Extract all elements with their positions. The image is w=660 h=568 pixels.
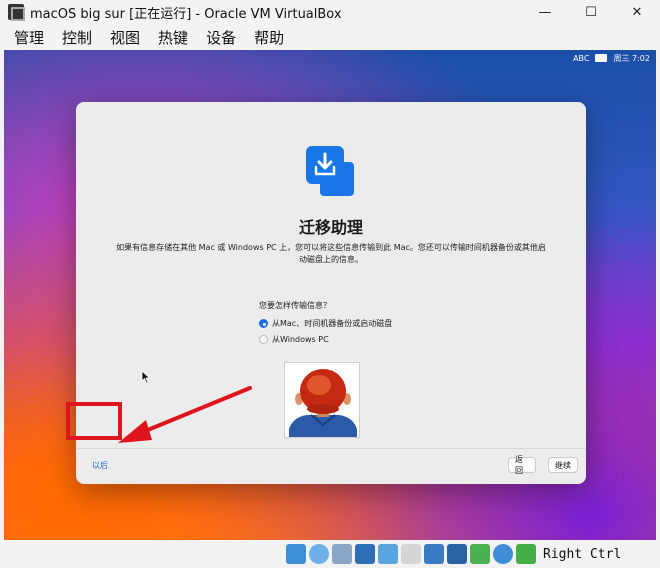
option-from-mac-label: 从Mac、时间机器备份或启动磁盘 (272, 319, 393, 328)
dialog-divider (76, 448, 586, 449)
window-title: macOS big sur [正在运行] - Oracle VM Virtual… (30, 6, 342, 22)
menu-bar: 管理 控制 视图 热键 设备 帮助 (0, 24, 660, 50)
mac-menubar: ABC 周三 7:02 (4, 50, 656, 66)
audio-icon[interactable] (332, 544, 352, 564)
display-icon[interactable] (424, 544, 444, 564)
option-from-windows[interactable]: 从Windows PC (259, 334, 329, 345)
window-titlebar: macOS big sur [正在运行] - Oracle VM Virtual… (0, 0, 660, 24)
menu-view[interactable]: 视图 (110, 27, 140, 48)
menu-hotkeys[interactable]: 热键 (158, 27, 188, 48)
window-controls: — ☐ ✕ (522, 0, 660, 24)
radio-selected-icon[interactable] (259, 319, 268, 328)
option-from-mac[interactable]: 从Mac、时间机器备份或启动磁盘 (259, 318, 392, 329)
mouse-cursor-icon (141, 370, 151, 384)
transfer-question: 您要怎样传输信息？ (259, 301, 331, 310)
vm-display[interactable]: ABC 周三 7:02 迁移助理 如果有信息存储在其他 Mac 或 Window… (4, 50, 656, 540)
input-source[interactable]: ABC (573, 54, 589, 63)
menu-devices[interactable]: 设备 (206, 27, 236, 48)
continue-button[interactable]: 继续 (548, 457, 578, 473)
minimize-button[interactable]: — (522, 0, 568, 24)
network-icon[interactable] (355, 544, 375, 564)
vm-status-bar: Right Ctrl (0, 540, 660, 568)
option-from-windows-label: 从Windows PC (272, 335, 329, 344)
virtualbox-app-icon (8, 4, 25, 21)
dialog-title: 迁移助理 (298, 218, 363, 237)
hdd-icon[interactable] (286, 544, 306, 564)
menu-control[interactable]: 控制 (62, 27, 92, 48)
optical-disk-icon[interactable] (309, 544, 329, 564)
migration-assistant-dialog: 迁移助理 如果有信息存储在其他 Mac 或 Windows PC 上，您可以将这… (76, 102, 586, 484)
later-button[interactable]: 以后 (84, 456, 116, 474)
usb-icon[interactable] (378, 544, 398, 564)
download-icon[interactable] (516, 544, 536, 564)
host-key-label: Right Ctrl (543, 546, 622, 562)
radio-unselected-icon[interactable] (259, 335, 268, 344)
dialog-description: 如果有信息存储在其他 Mac 或 Windows PC 上，您可以将这些信息传输… (116, 243, 546, 264)
menu-manage[interactable]: 管理 (14, 27, 44, 48)
mac-clock[interactable]: 周三 7:02 (613, 53, 650, 64)
input-flag-icon (595, 54, 608, 62)
back-button[interactable]: 返回 (508, 455, 536, 475)
recording-icon[interactable] (447, 544, 467, 564)
menu-help[interactable]: 帮助 (254, 27, 284, 48)
mouse-integration-icon[interactable] (493, 544, 513, 564)
cpu-icon[interactable] (470, 544, 490, 564)
shared-folder-icon[interactable] (401, 544, 421, 564)
close-button[interactable]: ✕ (614, 0, 660, 24)
migration-assistant-icon (306, 146, 358, 198)
maximize-button[interactable]: ☐ (568, 0, 614, 24)
user-avatar (284, 362, 360, 438)
annotation-highlight-box (66, 402, 122, 440)
